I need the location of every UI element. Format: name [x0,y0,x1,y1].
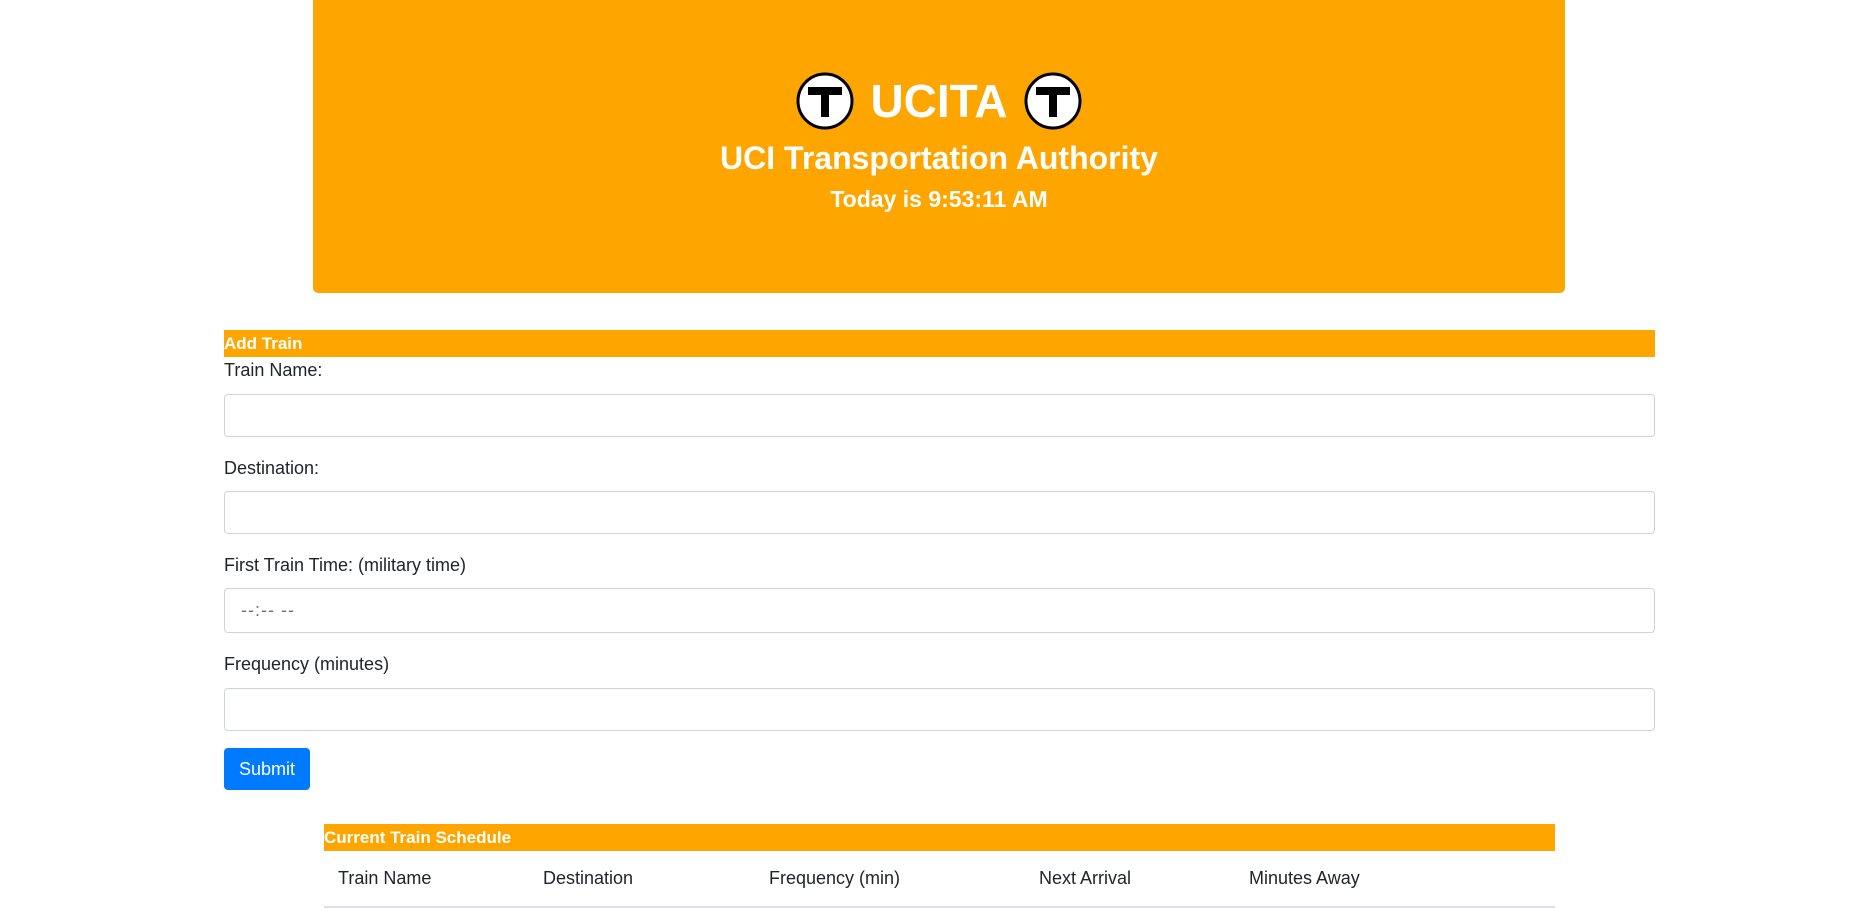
table-header-row: Train Name Destination Frequency (min) N… [324,851,1555,908]
train-name-input[interactable] [224,394,1655,437]
schedule-table: Train Name Destination Frequency (min) N… [324,851,1555,908]
column-header-minutes-away: Minutes Away [1235,851,1555,908]
first-train-time-label: First Train Time: (military time) [224,555,467,575]
submit-button[interactable]: Submit [224,748,310,790]
first-train-time-input[interactable]: --:-- -- [224,588,1655,633]
frequency-label: Frequency (minutes) [224,654,390,674]
brand-title: UCITA [870,75,1008,127]
header-banner: UCITA UCI Transportation Authority Today… [313,0,1565,293]
destination-input[interactable] [224,491,1655,534]
frequency-input[interactable] [224,688,1655,731]
train-name-label: Train Name: [224,360,323,380]
destination-label: Destination: [224,458,320,478]
column-header-next-arrival: Next Arrival [1025,851,1235,908]
time-placeholder: --:-- -- [241,600,295,620]
column-header-frequency: Frequency (min) [755,851,1025,908]
current-time: Today is 9:53:11 AM [830,186,1048,212]
column-header-train-name: Train Name [324,851,529,908]
add-train-header: Add Train [224,330,1655,357]
page-subtitle: UCI Transportation Authority [720,140,1158,176]
t-logo-icon [796,72,854,130]
t-logo-icon [1024,72,1082,130]
column-header-destination: Destination [529,851,755,908]
brand-row: UCITA [313,70,1565,132]
schedule-header: Current Train Schedule [324,824,1555,851]
